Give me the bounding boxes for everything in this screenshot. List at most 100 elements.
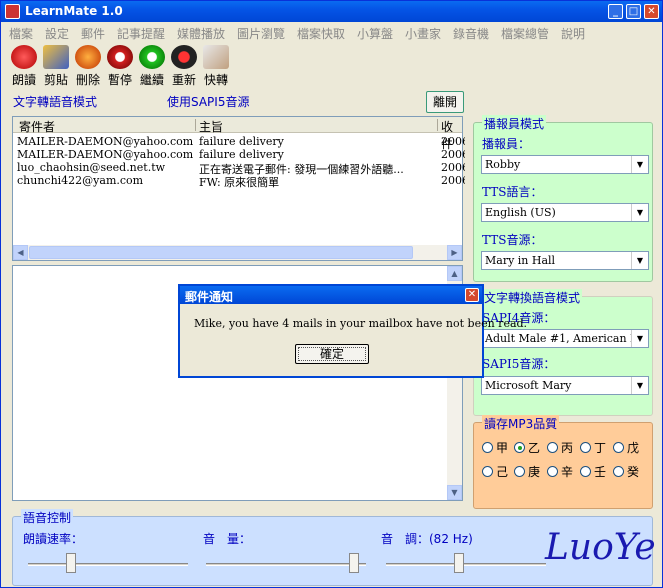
paste-icon <box>43 45 69 69</box>
menu-help[interactable]: 說明 <box>561 25 585 42</box>
menu-file-cache[interactable]: 檔案快取 <box>297 25 345 42</box>
continue-icon <box>139 45 165 69</box>
sender-cell: MAILER-DAEMON@yahoo.com <box>17 148 194 161</box>
column-header-subject[interactable]: 主旨 <box>199 118 223 135</box>
radio-quality-6[interactable]: 己 <box>482 463 508 480</box>
radio-quality-10[interactable]: 癸 <box>613 463 639 480</box>
table-row[interactable]: MAILER-DAEMON@yahoo.com failure delivery… <box>13 135 465 148</box>
column-separator[interactable] <box>437 119 438 131</box>
menu-bar: 檔案 設定 郵件 記事提醒 媒體播放 圖片瀏覽 檔案快取 小算盤 小畫家 錄音機… <box>1 22 662 42</box>
chevron-down-icon[interactable]: ▼ <box>631 377 648 394</box>
window-title: LearnMate 1.0 <box>25 4 123 18</box>
menu-file[interactable]: 檔案 <box>9 25 33 42</box>
radio-quality-9[interactable]: 壬 <box>580 463 606 480</box>
radio-quality-5[interactable]: 戊 <box>613 439 639 456</box>
title-bar: LearnMate 1.0 _ □ ✕ <box>1 1 662 22</box>
received-cell: 2006 <box>441 174 465 187</box>
rate-slider-thumb[interactable] <box>65 553 76 573</box>
table-row[interactable]: luo_chaohsin@seed.net.tw 正在寄送電子郵件: 發現一個練… <box>13 161 465 176</box>
close-button[interactable]: ✕ <box>644 4 659 19</box>
scroll-up-icon[interactable]: ▲ <box>447 266 462 281</box>
maximize-button[interactable]: □ <box>626 4 641 19</box>
ok-button[interactable]: 確定 <box>295 344 369 364</box>
column-header-sender[interactable]: 寄件者 <box>19 118 55 135</box>
sapi4-select[interactable]: Adult Male #1, American Engli ▼ <box>481 329 649 348</box>
main-window: LearnMate 1.0 _ □ ✕ 檔案 設定 郵件 記事提醒 媒體播放 圖… <box>0 0 663 588</box>
radio-quality-7[interactable]: 庚 <box>514 463 540 480</box>
received-cell: 2006 <box>441 135 465 148</box>
volume-label: 音 量： <box>203 532 252 546</box>
tts-source-label: TTS音源： <box>482 233 543 247</box>
speaker-label: 播報員： <box>482 137 531 151</box>
radio-quality-8[interactable]: 辛 <box>547 463 573 480</box>
scroll-down-icon[interactable]: ▼ <box>447 485 462 500</box>
chevron-down-icon[interactable]: ▼ <box>631 330 648 347</box>
subject-cell: failure delivery <box>199 135 284 148</box>
dialog-message: Mike, you have 4 mails in your mailbox h… <box>194 317 528 330</box>
broadcaster-mode-group: 播報員模式 播報員： Robby ▼ TTS語言： English (US) ▼… <box>473 115 653 282</box>
scroll-left-icon[interactable]: ◀ <box>13 245 28 260</box>
sender-cell: chunchi422@yam.com <box>17 174 144 187</box>
dialog-title: 郵件通知 <box>180 286 482 304</box>
scroll-thumb[interactable] <box>29 246 413 259</box>
scroll-right-icon[interactable]: ▶ <box>447 245 462 260</box>
menu-settings[interactable]: 設定 <box>45 25 69 42</box>
continue-button[interactable]: 繼續 <box>136 45 168 88</box>
paste-button[interactable]: 剪貼 <box>40 45 72 88</box>
pause-button[interactable]: 暫停 <box>104 45 136 88</box>
text-to-speech-group: 文字轉換語音模式 SAPI4音源： Adult Male #1, America… <box>473 289 653 416</box>
radio-quality-3[interactable]: 丙 <box>547 439 573 456</box>
speaker-select[interactable]: Robby ▼ <box>481 155 649 174</box>
read-button[interactable]: 朗讀 <box>8 45 40 88</box>
table-row[interactable]: MAILER-DAEMON@yahoo.com failure delivery… <box>13 148 465 161</box>
received-cell: 2006 <box>441 148 465 161</box>
leave-button[interactable]: 離開 <box>426 91 464 113</box>
menu-media[interactable]: 媒體播放 <box>177 25 225 42</box>
menu-calculator[interactable]: 小算盤 <box>357 25 393 42</box>
voice-control-legend: 語音控制 <box>21 509 74 526</box>
app-icon <box>5 4 20 19</box>
menu-mail[interactable]: 郵件 <box>81 25 105 42</box>
radio-quality-2[interactable]: 乙 <box>514 439 540 456</box>
pitch-slider-track[interactable] <box>386 563 546 566</box>
chevron-down-icon[interactable]: ▼ <box>631 204 648 221</box>
sapi5-select[interactable]: Microsoft Mary ▼ <box>481 376 649 395</box>
radio-quality-4[interactable]: 丁 <box>580 439 606 456</box>
voice-control-group: 語音控制 朗讀速率： 音 量： 音 調：(82 Hz) LuoYe <box>12 509 656 586</box>
received-cell: 2006 <box>441 161 465 174</box>
tts-language-select[interactable]: English (US) ▼ <box>481 203 649 222</box>
delete-icon <box>75 45 101 69</box>
menu-notes[interactable]: 記事提醒 <box>117 25 165 42</box>
subject-cell: failure delivery <box>199 148 284 161</box>
api-label: 使用SAPI5音源 <box>167 95 250 109</box>
menu-explorer[interactable]: 檔案總管 <box>501 25 549 42</box>
rate-label: 朗讀速率： <box>23 532 84 546</box>
menu-images[interactable]: 圖片瀏覽 <box>237 25 285 42</box>
subject-cell: FW: 原來很簡單 <box>199 176 280 189</box>
menu-paint[interactable]: 小畫家 <box>405 25 441 42</box>
minimize-button[interactable]: _ <box>608 4 623 19</box>
mp3-quality-legend: 讀存MP3品質 <box>482 415 560 432</box>
column-separator[interactable] <box>195 119 196 131</box>
pause-icon <box>107 45 133 69</box>
menu-recorder[interactable]: 錄音機 <box>453 25 489 42</box>
toolbar: 朗讀 剪貼 刪除 暫停 繼續 重新 快轉 <box>1 43 662 87</box>
horizontal-scrollbar[interactable]: ◀ ▶ <box>13 245 462 260</box>
mail-notification-dialog: 郵件通知 ✕ Mike, you have 4 mails in your ma… <box>178 284 527 378</box>
pitch-slider-thumb[interactable] <box>453 553 464 573</box>
chevron-down-icon[interactable]: ▼ <box>631 156 648 173</box>
mode-label: 文字轉語音模式 <box>13 95 98 109</box>
volume-slider-thumb[interactable] <box>348 553 359 573</box>
table-row[interactable]: chunchi422@yam.com FW: 原來很簡單 2006 <box>13 174 465 189</box>
tts-source-select[interactable]: Mary in Hall ▼ <box>481 251 649 270</box>
pitch-label: 音 調：(82 Hz) <box>381 532 473 546</box>
chevron-down-icon[interactable]: ▼ <box>631 252 648 269</box>
volume-slider-track[interactable] <box>206 563 366 566</box>
rate-slider-track[interactable] <box>28 563 188 566</box>
sapi5-label: SAPI5音源： <box>482 357 556 371</box>
radio-quality-1[interactable]: 甲 <box>482 439 508 456</box>
fast-forward-button[interactable]: 快轉 <box>200 45 232 88</box>
delete-button[interactable]: 刪除 <box>72 45 104 88</box>
restart-button[interactable]: 重新 <box>168 45 200 88</box>
dialog-close-icon[interactable]: ✕ <box>465 288 479 302</box>
